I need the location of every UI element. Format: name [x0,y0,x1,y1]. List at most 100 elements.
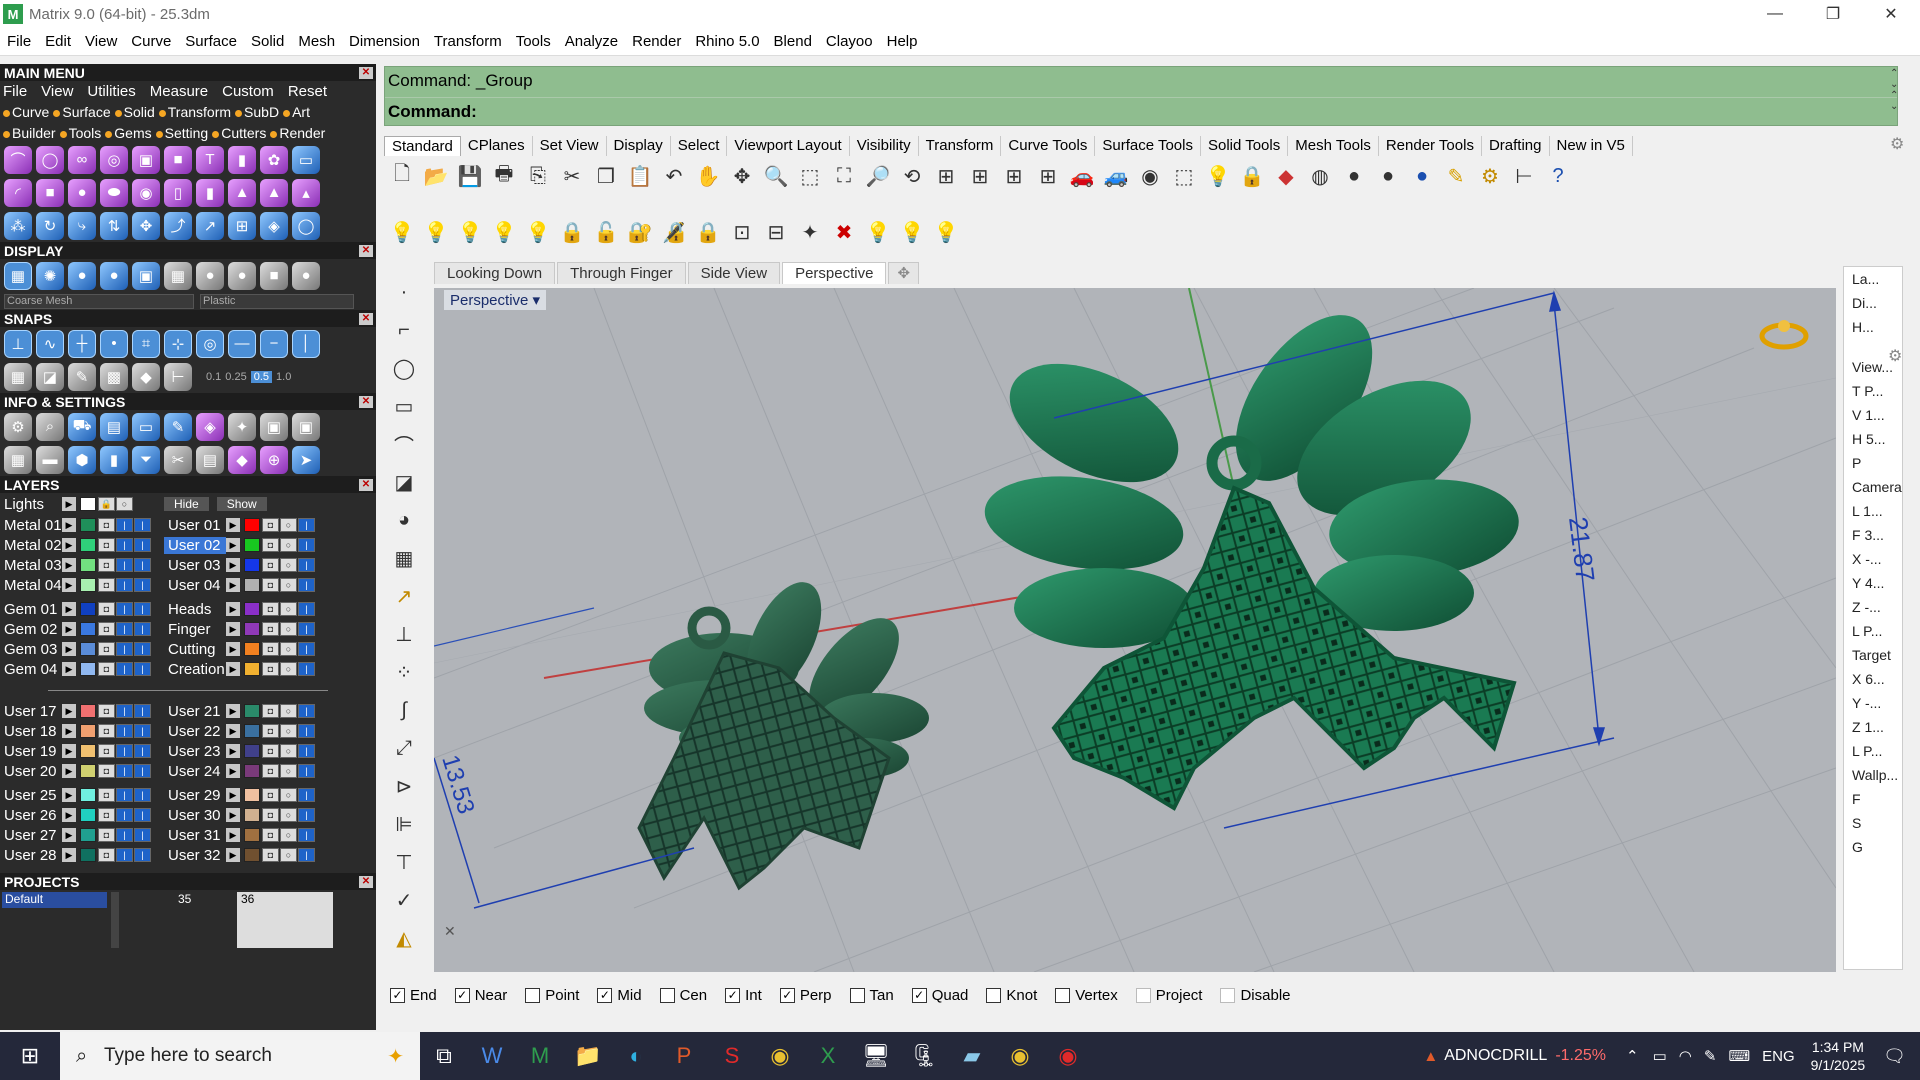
plane-icon[interactable]: ◪ [36,362,64,391]
edge-icon[interactable]: ◐ [612,1032,660,1080]
properties-item[interactable]: H... [1844,315,1902,339]
expand-arrow-icon[interactable]: ▶ [62,642,76,656]
cone-tool-icon[interactable]: ▲ [228,178,256,207]
cube-tool-icon[interactable]: ■ [164,145,192,174]
properties-item[interactable]: Z -... [1844,595,1902,619]
visibility-icon[interactable]: | [116,578,133,592]
tab-visibility[interactable]: Visibility [850,136,919,156]
osnap-end[interactable]: ✓ End [390,987,437,1004]
corner-snap-icon[interactable]: ⌗ [132,329,160,358]
toolbar-settings-icon[interactable]: ⚙ [1890,134,1904,154]
magic-icon[interactable]: ✦ [228,412,256,441]
layer-color-swatch[interactable] [244,642,260,656]
render-blue-icon[interactable]: ● [1408,162,1436,190]
osnap-near[interactable]: ✓ Near [454,987,507,1004]
circle-icon[interactable]: ◯ [390,354,418,382]
tab-solid-tools[interactable]: Solid Tools [1201,136,1289,156]
visibility-icon[interactable]: | [298,848,315,862]
menu-rhino-5-0[interactable]: Rhino 5.0 [688,33,766,50]
lock-icon[interactable]: ◘ [262,808,279,822]
main-menu-reset[interactable]: Reset [288,83,327,100]
rotate-tool-icon[interactable]: ↻ [36,211,64,240]
lock-select-icon[interactable]: 🔐 [626,218,654,246]
properties-item[interactable]: La... [1844,267,1902,291]
light-bulb-icon[interactable]: ○ [280,602,297,616]
tab-new-in-v5[interactable]: New in V5 [1550,136,1633,156]
group-icon[interactable]: ⊡ [728,218,756,246]
analyze-icon[interactable]: ⊳ [390,772,418,800]
light-all-icon[interactable]: 💡 [524,218,552,246]
osnap-vertex[interactable]: Vertex [1055,987,1118,1004]
wifi-icon[interactable]: ◠ [1679,1047,1692,1065]
dash-snap-icon[interactable]: − [260,329,288,358]
visibility-icon[interactable]: | [134,558,151,572]
flow-tool-icon[interactable]: ↗ [196,211,224,240]
layer-name[interactable]: User 17 [0,703,62,720]
visibility-icon[interactable]: | [298,704,315,718]
expand-arrow-icon[interactable]: ▶ [62,497,76,511]
menu-curve[interactable]: Curve [124,33,178,50]
show-button[interactable]: Show [216,497,267,511]
layer-name[interactable]: User 04 [164,577,226,594]
lock-icon[interactable]: ◘ [262,558,279,572]
show-all-icon[interactable]: 💡 [864,218,892,246]
lock-icon[interactable]: ◘ [262,704,279,718]
layer-color-swatch[interactable] [80,704,96,718]
visibility-icon[interactable]: | [116,602,133,616]
grid-icon[interactable]: ▦ [4,362,32,391]
notes-icon[interactable]: ▰ [948,1032,996,1080]
layer-name[interactable]: User 02 [164,536,226,554]
metal-material-icon[interactable]: ● [196,261,224,290]
lock-icon[interactable]: ◘ [98,764,115,778]
osnap-point[interactable]: Point [525,987,579,1004]
hide-selected-icon[interactable]: 💡 [932,218,960,246]
viewport-grid-icon[interactable]: ⊞ [1000,162,1028,190]
menu-surface[interactable]: Surface [178,33,244,50]
properties-item[interactable]: L 1... [1844,499,1902,523]
lock-icon[interactable]: ◘ [262,828,279,842]
matrix-app-icon[interactable]: M [516,1032,564,1080]
menu-dimension[interactable]: Dimension [342,33,427,50]
layer-name[interactable]: Gem 02 [0,621,62,638]
layer-name[interactable]: Finger [164,621,226,638]
light-bulb-icon[interactable]: ○ [280,848,297,862]
recorder-icon[interactable]: ◉ [1044,1032,1092,1080]
visibility-icon[interactable]: | [298,578,315,592]
layer-color-swatch[interactable] [244,764,260,778]
light-bulb-icon[interactable]: ○ [280,662,297,676]
save-icon[interactable]: 💾 [456,162,484,190]
zoom-icon[interactable]: 🔍 [762,162,790,190]
menu-analyze[interactable]: Analyze [558,33,625,50]
visibility-icon[interactable]: | [134,622,151,636]
panel-tool-icon[interactable]: ▭ [292,145,320,174]
layer-color-swatch[interactable] [244,602,260,616]
expand-arrow-icon[interactable]: ▶ [62,538,76,552]
light-bulb-icon[interactable]: 💡 [388,218,416,246]
lock-icon[interactable]: ◘ [98,744,115,758]
scale-icon[interactable]: ⤢ [390,734,418,762]
pencil-icon[interactable]: ✎ [1442,162,1470,190]
move-tool-icon[interactable]: ✥ [132,211,160,240]
pillar-tool-icon[interactable]: ▮ [196,178,224,207]
checkbox[interactable] [659,987,675,1003]
layer-color-swatch[interactable] [80,518,96,532]
lock-icon[interactable]: ◘ [98,724,115,738]
transform-icon[interactable]: ↗ [390,582,418,610]
lock-icon[interactable]: ◘ [98,558,115,572]
layer-name[interactable]: User 30 [164,807,226,824]
light-bulb-icon[interactable]: ○ [280,578,297,592]
close-icon[interactable]: ✕ [359,395,373,408]
copy-icon[interactable]: ❐ [592,162,620,190]
visibility-icon[interactable]: | [116,558,133,572]
expand-arrow-icon[interactable]: ▶ [62,622,76,636]
undo-icon[interactable]: ↶ [660,162,688,190]
extrude-icon[interactable]: ⊥ [390,620,418,648]
lock-icon[interactable]: ◘ [98,642,115,656]
expand-arrow-icon[interactable]: ▶ [226,558,240,572]
projects-scrollbar[interactable] [111,892,119,948]
mesh-dropdown[interactable]: Coarse Mesh [4,293,194,309]
render-sphere-icon[interactable]: ● [1374,162,1402,190]
zoom-icon[interactable]: ⌕ [36,412,64,441]
expand-arrow-icon[interactable]: ▶ [62,788,76,802]
torus-tool-icon[interactable]: ◉ [132,178,160,207]
